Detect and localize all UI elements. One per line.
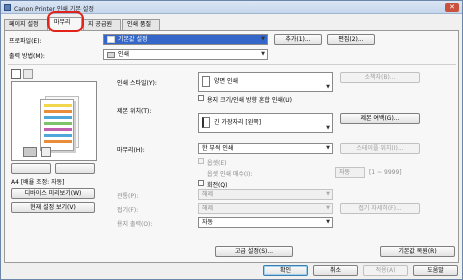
layout-button-2[interactable] — [55, 163, 95, 174]
current-settings-button[interactable]: 현재 설정 보기(V) — [11, 202, 95, 213]
finishing-label: 마무리(H): — [117, 147, 145, 154]
punch-label: 관통(P): — [117, 193, 139, 200]
device-preview-button[interactable]: 디바이스 미리보기(W) — [11, 188, 95, 199]
chevron-down-icon: ▼ — [326, 191, 330, 197]
chevron-down-icon: ▼ — [261, 51, 265, 57]
offset-count-value: 자동 — [339, 169, 351, 176]
fold-value: 해제 — [202, 205, 214, 212]
rotate-checkbox[interactable] — [198, 180, 204, 186]
offset-count-field[interactable]: 자동 — [335, 167, 365, 178]
chevron-down-icon: ▼ — [326, 125, 330, 131]
binding-value: 긴 가장자리 [왼쪽] — [214, 119, 262, 126]
preview-stripe — [44, 140, 72, 143]
printer-icon — [107, 51, 115, 58]
front-sheet — [40, 99, 74, 151]
cancel-button[interactable]: 취소 — [313, 265, 358, 276]
chevron-down-icon: ▼ — [326, 205, 330, 211]
finishing-select[interactable]: 한 부씩 인쇄 ▼ — [198, 143, 333, 154]
paper-size-text: A4 [배율 조정: 자동] — [11, 179, 65, 186]
mixed-size-checkbox[interactable] — [198, 95, 204, 101]
settings-view-icon[interactable] — [23, 69, 33, 79]
binding-select[interactable]: 긴 가장자리 [왼쪽] ▼ — [198, 113, 333, 133]
mixed-size-label: 용지 크기/인쇄 방향 혼합 인쇄(U) — [207, 97, 292, 104]
tab-quality[interactable]: 인쇄 품질 — [122, 19, 160, 30]
profile-edit-button[interactable]: 편집(2)... — [327, 34, 375, 45]
print-style-value: 양면 인쇄 — [214, 78, 238, 85]
fold-select[interactable]: 해제 ▼ — [198, 203, 333, 214]
profile-icon — [107, 36, 115, 43]
fold-detail-button[interactable]: 접기 자세히(F)... — [340, 203, 420, 214]
stack-icon — [41, 147, 51, 157]
output-tray-value: 자동 — [202, 219, 214, 226]
preview-stripe — [44, 134, 72, 137]
tab-page-setup[interactable]: 페이지 설정 — [4, 19, 48, 30]
chevron-down-icon: ▼ — [326, 145, 330, 151]
output-method-label: 출력 방법(M): — [9, 53, 45, 60]
printer-device-icon — [23, 147, 37, 157]
layout-button-1[interactable] — [11, 163, 51, 174]
binding-label: 제본 위치(T): — [117, 108, 152, 115]
page-view-icon[interactable] — [11, 69, 21, 79]
punch-value: 해제 — [202, 191, 214, 198]
highlight-ring — [47, 11, 84, 32]
print-style-select[interactable]: 양면 인쇄 ▼ — [198, 72, 333, 92]
rotate-label: 회전(Q) — [207, 182, 228, 189]
preview-stripe — [44, 116, 72, 119]
close-window-button[interactable]: ✕ — [445, 3, 459, 12]
output-method-value: 인쇄 — [118, 51, 130, 58]
preview-stripe — [44, 128, 72, 131]
preview-stripe — [44, 110, 72, 113]
output-tray-label: 용지 출력(O): — [117, 221, 153, 228]
finishing-value: 한 부씩 인쇄 — [202, 145, 234, 152]
profile-add-button[interactable]: 추가(1)... — [274, 34, 322, 45]
fold-label: 접기(F): — [117, 207, 139, 214]
chevron-down-icon: ▼ — [261, 36, 265, 42]
profile-select[interactable]: 기본값 설정 ▼ — [103, 34, 268, 45]
offset-checkbox[interactable] — [198, 158, 204, 164]
print-preferences-window: Canon Printer 인쇄 기본 설정 ✕ 페이지 설정 마무리 지 공급… — [0, 0, 463, 280]
output-tray-select[interactable]: 자동 ▼ — [198, 217, 333, 228]
offset-count-label: 옵셋 인쇄 매수(I): — [207, 171, 253, 178]
offset-label: 옵셋(E) — [207, 160, 227, 167]
staple-position-button[interactable]: 스테이플 위치(I)... — [340, 143, 420, 154]
divider — [8, 64, 456, 65]
chevron-down-icon: ▼ — [326, 84, 330, 90]
duplex-icon — [202, 76, 210, 87]
profile-label: 프로파일(E): — [9, 38, 42, 45]
ok-button[interactable]: 확인 — [263, 265, 308, 276]
booklet-button[interactable]: 소책자(B)... — [340, 72, 420, 83]
gutter-button[interactable]: 제본 여백(G)... — [340, 113, 420, 124]
tab-paper-source[interactable]: 지 공급원 — [83, 19, 121, 30]
offset-range-text: [1 ~ 9999] — [369, 169, 402, 176]
preview-stripe — [44, 122, 72, 125]
finishing-panel: 프로파일(E): 기본값 설정 ▼ 추가(1)... 편집(2)... 출력 방… — [4, 30, 459, 263]
chevron-down-icon: ▼ — [326, 219, 330, 225]
punch-select[interactable]: 해제 ▼ — [198, 189, 333, 200]
profile-value: 기본값 설정 — [118, 36, 148, 43]
advanced-settings-button[interactable]: 고급 설정(S)... — [215, 246, 293, 257]
apply-button[interactable]: 적용(A) — [363, 265, 408, 276]
print-style-label: 인쇄 스타일(Y): — [117, 80, 157, 87]
restore-defaults-button[interactable]: 기본값 복원(R) — [380, 246, 455, 257]
printer-app-icon — [4, 4, 11, 11]
binding-icon — [202, 117, 210, 128]
output-method-select[interactable]: 인쇄 ▼ — [103, 49, 268, 60]
preview-stripe — [44, 104, 72, 107]
help-button[interactable]: 도움말 — [413, 265, 458, 276]
